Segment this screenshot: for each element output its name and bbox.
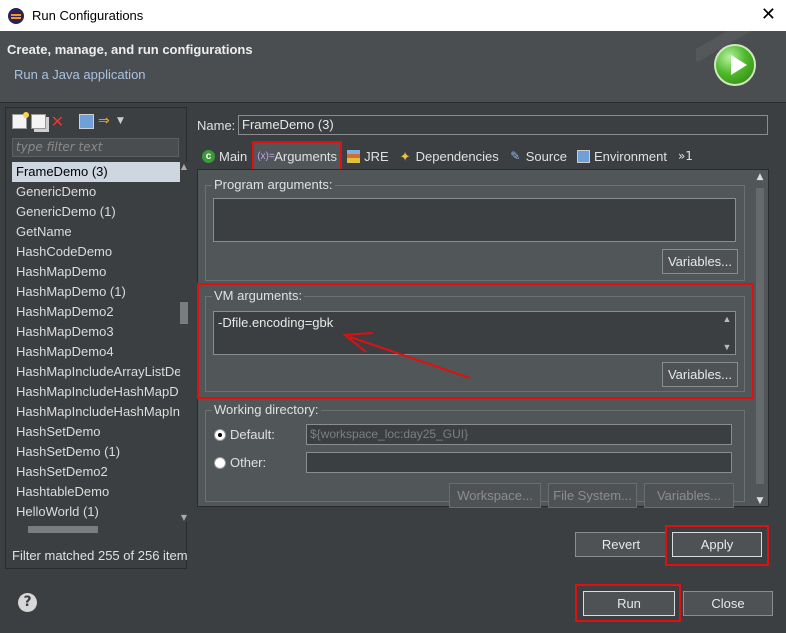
help-icon[interactable]: ?	[18, 593, 37, 612]
close-button[interactable]: Close	[683, 591, 773, 616]
run-button[interactable]: Run	[583, 591, 675, 616]
annotation-arrow	[342, 332, 471, 379]
